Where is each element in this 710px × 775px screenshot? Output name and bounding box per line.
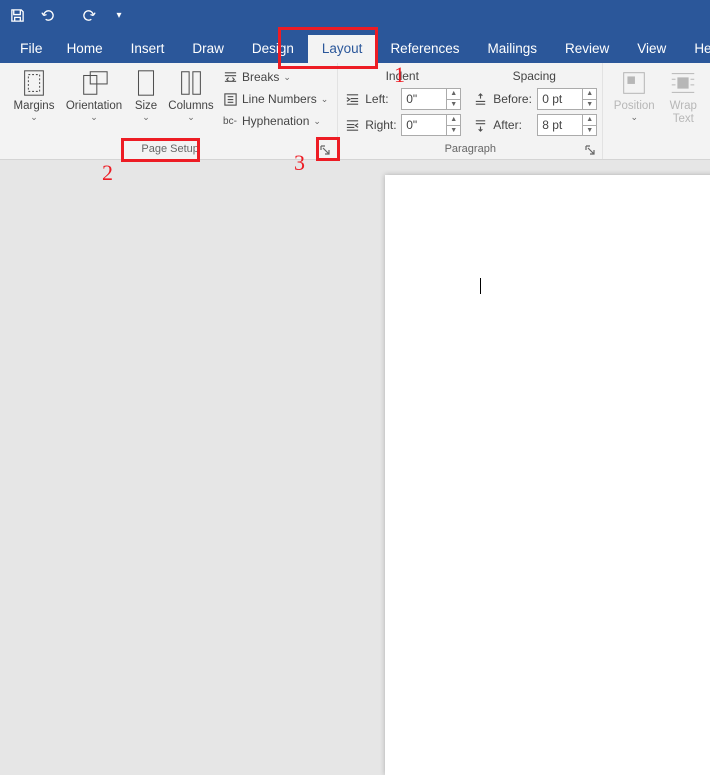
indent-left-icon: [345, 92, 360, 107]
spinner-up[interactable]: ▲: [582, 115, 596, 126]
tab-help[interactable]: Help: [680, 35, 710, 63]
breaks-icon: [223, 70, 238, 85]
redo-button[interactable]: [78, 5, 100, 27]
annotation-label-1: 1: [394, 62, 405, 88]
dialog-launcher-icon: [585, 145, 595, 155]
indent-left-value: 0": [406, 92, 417, 106]
indent-right-value: 0": [406, 118, 417, 132]
tab-home[interactable]: Home: [53, 35, 117, 63]
text-cursor: [480, 278, 481, 294]
ribbon: Margins ⌄ Orientation ⌄ Size ⌄ Columns ⌄: [0, 63, 710, 160]
qat-customize-button[interactable]: ▾: [108, 5, 130, 27]
columns-button[interactable]: Columns ⌄: [167, 65, 215, 121]
chevron-down-icon: ⌄: [90, 113, 98, 121]
annotation-label-3: 3: [294, 150, 305, 176]
hyphenation-icon: bc‑: [222, 113, 238, 129]
spacing-before-icon: [473, 92, 488, 107]
breaks-label: Breaks: [242, 70, 279, 84]
spacing-after-label: After:: [493, 118, 533, 132]
tab-review[interactable]: Review: [551, 35, 623, 63]
spacing-before-value: 0 pt: [542, 92, 562, 106]
position-button: Position ⌄: [608, 65, 660, 121]
chevron-down-icon: ⌄: [283, 73, 291, 81]
spacing-after-icon: [473, 118, 488, 133]
annotation-label-2: 2: [102, 160, 113, 186]
columns-icon: [176, 68, 206, 98]
paragraph-launcher[interactable]: [583, 143, 597, 157]
indent-right-input[interactable]: 0" ▲▼: [401, 114, 461, 136]
wrap-text-label: Wrap Text: [670, 100, 697, 126]
tab-mailings[interactable]: Mailings: [473, 35, 551, 63]
document-area: [0, 160, 710, 595]
spacing-after-input[interactable]: 8 pt ▲▼: [537, 114, 597, 136]
tab-references[interactable]: References: [376, 35, 473, 63]
spacing-before-label: Before:: [493, 92, 533, 106]
hyphenation-label: Hyphenation: [242, 114, 309, 128]
chevron-down-icon: ⌄: [630, 113, 638, 121]
save-icon: [10, 8, 25, 23]
line-numbers-button[interactable]: Line Numbers ⌄: [218, 88, 332, 110]
wrap-text-icon: [668, 68, 698, 98]
page-setup-launcher[interactable]: [318, 143, 332, 157]
chevron-down-icon: ⌄: [187, 113, 195, 121]
position-icon: [619, 68, 649, 98]
tab-view[interactable]: View: [623, 35, 680, 63]
spacing-before-input[interactable]: 0 pt ▲▼: [537, 88, 597, 110]
spinner-down[interactable]: ▼: [582, 100, 596, 110]
spacing-heading: Spacing: [471, 67, 597, 85]
margins-icon: [19, 68, 49, 98]
tab-layout[interactable]: Layout: [308, 35, 377, 63]
indent-right-label: Right:: [365, 118, 397, 132]
spinner-up[interactable]: ▲: [582, 89, 596, 100]
spinner-up[interactable]: ▲: [446, 115, 460, 126]
chevron-down-icon: ⌄: [313, 117, 321, 125]
line-numbers-label: Line Numbers: [242, 92, 317, 106]
spacing-after-value: 8 pt: [542, 118, 562, 132]
paragraph-group-label: Paragraph: [445, 143, 496, 155]
spinner-up[interactable]: ▲: [446, 89, 460, 100]
spinner-down[interactable]: ▼: [582, 126, 596, 136]
size-button[interactable]: Size ⌄: [128, 65, 164, 121]
group-page-setup: Margins ⌄ Orientation ⌄ Size ⌄ Columns ⌄: [0, 63, 338, 159]
breaks-button[interactable]: Breaks ⌄: [218, 66, 332, 88]
undo-icon: [40, 8, 55, 23]
indent-left-label: Left:: [365, 92, 397, 106]
hyphenation-button[interactable]: bc‑ Hyphenation ⌄: [218, 110, 332, 132]
wrap-text-button: Wrap Text: [663, 65, 703, 126]
spinner-down[interactable]: ▼: [446, 100, 460, 110]
redo-icon: [82, 8, 97, 23]
chevron-down-icon: ⌄: [321, 95, 329, 103]
quick-access-toolbar: ▾: [0, 0, 710, 31]
spinner-down[interactable]: ▼: [446, 126, 460, 136]
group-arrange: Position ⌄ Wrap Text: [603, 63, 708, 159]
size-icon: [131, 68, 161, 98]
group-paragraph: Indent Left: 0" ▲▼ Right: 0" ▲▼: [338, 63, 603, 159]
dialog-launcher-icon: [320, 145, 330, 155]
tab-design[interactable]: Design: [238, 35, 308, 63]
chevron-down-icon: ⌄: [142, 113, 150, 121]
chevron-down-icon: ⌄: [30, 113, 38, 121]
ribbon-tabs: File Home Insert Draw Design Layout Refe…: [0, 31, 710, 63]
indent-right-icon: [345, 118, 360, 133]
tab-draw[interactable]: Draw: [178, 35, 238, 63]
tab-file[interactable]: File: [10, 34, 53, 63]
document-page[interactable]: [385, 175, 710, 775]
tab-insert[interactable]: Insert: [117, 35, 179, 63]
margins-button[interactable]: Margins ⌄: [8, 65, 60, 121]
line-numbers-icon: [223, 92, 238, 107]
save-button[interactable]: [6, 5, 28, 27]
undo-button[interactable]: [36, 5, 58, 27]
indent-left-input[interactable]: 0" ▲▼: [401, 88, 461, 110]
orientation-icon: [79, 68, 109, 98]
orientation-button[interactable]: Orientation ⌄: [63, 65, 125, 121]
page-setup-group-label: Page Setup: [141, 143, 199, 155]
